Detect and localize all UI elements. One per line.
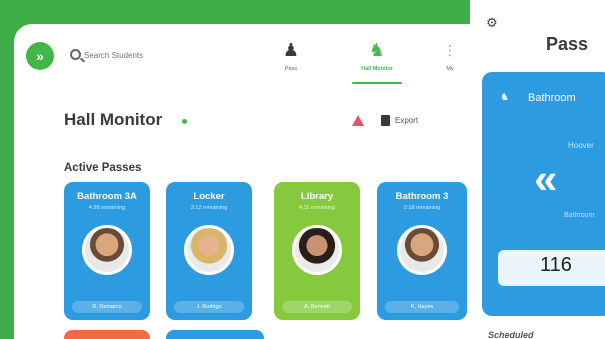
pass-card[interactable]: Locker 3:12 remaining J. Rodrigo	[166, 182, 252, 320]
avatar	[82, 225, 132, 275]
search-input[interactable]	[84, 47, 204, 63]
counter-value: 116	[540, 254, 572, 276]
status-dot	[182, 119, 187, 124]
avatar	[184, 225, 234, 275]
pass-detail-teacher: Hoover	[568, 141, 594, 150]
pass-card[interactable]: Bathroom 3 2:18 remaining K. Hayes	[377, 182, 467, 320]
pass-destination: Library	[300, 191, 334, 202]
logo-button[interactable]: »	[26, 42, 54, 70]
tab-hall-monitor-label: Hall Monitor	[361, 66, 393, 72]
active-tab-indicator	[352, 82, 402, 84]
section-title: Active Passes	[64, 162, 142, 174]
alert-icon[interactable]	[352, 115, 364, 126]
pass-card-peek[interactable]	[64, 330, 150, 339]
pass-time: 4:11 remaining	[299, 205, 335, 211]
pass-card-peek[interactable]	[166, 330, 264, 339]
tab-my-label: My	[446, 66, 454, 72]
pass-detail-location: Bathroom	[564, 212, 595, 219]
scheduled-label: Scheduled	[488, 330, 534, 339]
hall-monitor-icon: ♞	[368, 40, 386, 60]
pass-student: R. Demarco	[72, 301, 142, 313]
pass-card[interactable]: Bathroom 3A 4:38 remaining R. Demarco	[64, 182, 150, 320]
pass-time: 2:18 remaining	[403, 205, 441, 211]
search-icon	[70, 49, 81, 60]
pass-detail-card[interactable]: ♞ Bathroom Hoover « Bathroom 116	[482, 72, 605, 316]
tab-hall-monitor[interactable]: ♞ Hall Monitor	[346, 40, 408, 84]
more-icon: ⋮	[443, 42, 457, 58]
pass-detail-destination: Bathroom	[528, 92, 576, 104]
pass-student: J. Rodrigo	[174, 301, 244, 313]
pass-student: K. Hayes	[385, 301, 459, 313]
tab-pass[interactable]: ♟ Pass	[268, 40, 314, 82]
avatar	[292, 225, 342, 275]
hall-monitor-icon: ♞	[500, 92, 509, 103]
person-icon: ♟	[282, 40, 300, 60]
tab-my[interactable]: ⋮ My	[440, 40, 460, 82]
export-icon[interactable]	[381, 115, 390, 126]
page-title: Hall Monitor	[64, 110, 163, 129]
avatar	[397, 225, 447, 275]
pass-destination: Bathroom 3	[395, 191, 449, 202]
right-panel-title: Pass	[546, 34, 589, 54]
pass-time: 4:38 remaining	[88, 205, 126, 211]
pass-destination: Locker	[193, 191, 225, 202]
export-button[interactable]: Export	[395, 116, 418, 125]
pass-destination: Bathroom 3A	[77, 191, 137, 202]
pass-card[interactable]: Library 4:11 remaining A. Bennett	[274, 182, 360, 320]
pass-time: 3:12 remaining	[190, 205, 228, 211]
pass-student: A. Bennett	[282, 301, 352, 313]
tab-pass-label: Pass	[284, 66, 298, 72]
gear-icon[interactable]: ⚙	[486, 15, 498, 31]
right-panel: ⚙ Pass ♞ Bathroom Hoover « Bathroom 116 …	[472, 0, 605, 339]
chevron-left-icon[interactable]: «	[534, 158, 557, 200]
